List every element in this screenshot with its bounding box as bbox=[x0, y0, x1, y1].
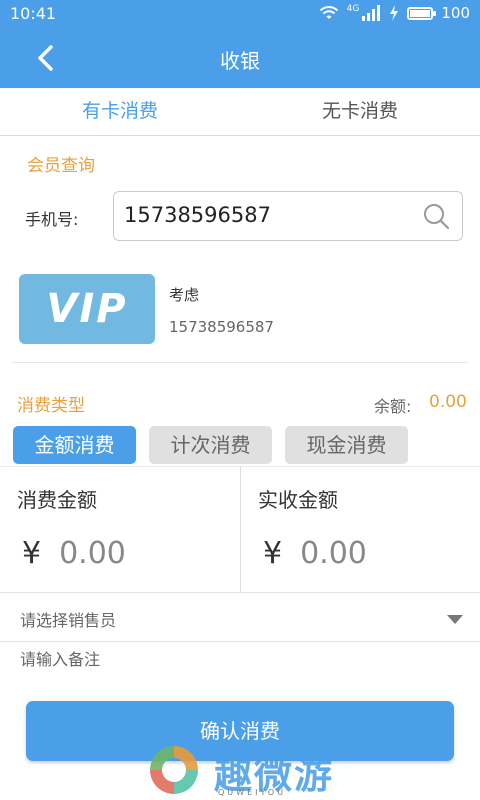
consume-amount-input[interactable]: ¥0.00 bbox=[22, 536, 126, 571]
divider bbox=[0, 641, 480, 642]
member-query-title: 会员查询 bbox=[27, 156, 95, 176]
received-amount-label: 实收金额 bbox=[258, 488, 338, 512]
salesperson-select[interactable]: 请选择销售员 bbox=[20, 607, 116, 631]
phone-search-field[interactable]: 15738596587 bbox=[113, 191, 463, 241]
page-title: 收银 bbox=[220, 49, 260, 73]
consume-amount-value: 0.00 bbox=[59, 536, 126, 571]
network-label: 4G bbox=[346, 4, 360, 14]
member-name: 考虑 bbox=[169, 286, 200, 304]
member-phone: 15738596587 bbox=[169, 318, 274, 336]
yen-symbol: ¥ bbox=[22, 536, 42, 571]
wifi-icon bbox=[319, 6, 338, 19]
charging-icon bbox=[390, 5, 399, 21]
received-amount-input[interactable]: ¥0.00 bbox=[263, 536, 367, 571]
status-icons: 4G 100 bbox=[319, 4, 470, 22]
divider bbox=[12, 362, 468, 363]
phone-input-value[interactable]: 15738596587 bbox=[124, 203, 271, 227]
consume-amount-label: 消费金额 bbox=[17, 488, 97, 512]
consumption-type-title: 消费类型 bbox=[17, 396, 85, 416]
watermark: 趣微游 QUWEIYOU bbox=[146, 738, 346, 800]
cash-consumption-button[interactable]: 现金消费 bbox=[285, 426, 408, 464]
divider bbox=[0, 592, 480, 593]
tab-card-consumption[interactable]: 有卡消费 bbox=[0, 88, 240, 135]
remark-input[interactable]: 请输入备注 bbox=[20, 646, 100, 670]
count-consumption-button[interactable]: 计次消费 bbox=[149, 426, 272, 464]
received-amount-panel: 实收金额 ¥0.00 bbox=[241, 466, 480, 592]
caret-down-icon[interactable] bbox=[446, 614, 464, 626]
battery-level: 100 bbox=[441, 4, 470, 22]
quweiyou-logo-icon bbox=[150, 746, 198, 794]
battery-icon bbox=[407, 6, 437, 20]
app-bar: 收银 bbox=[0, 28, 480, 88]
yen-symbol: ¥ bbox=[263, 536, 283, 571]
consume-amount-panel: 消费金额 ¥0.00 bbox=[0, 466, 240, 592]
balance-value: 0.00 bbox=[429, 392, 467, 412]
phone-label: 手机号: bbox=[25, 210, 79, 229]
balance-label: 余额: bbox=[374, 397, 412, 416]
vip-card-image: VIP bbox=[19, 274, 155, 344]
vip-card-text: VIP bbox=[46, 286, 128, 332]
amount-consumption-button[interactable]: 金额消费 bbox=[13, 426, 136, 464]
status-bar: 10:41 4G 100 bbox=[0, 0, 480, 28]
search-icon[interactable] bbox=[422, 202, 450, 230]
tab-bar: 有卡消费 无卡消费 bbox=[0, 88, 480, 136]
signal-icon bbox=[362, 5, 381, 21]
received-amount-value: 0.00 bbox=[300, 536, 367, 571]
status-time: 10:41 bbox=[10, 4, 57, 23]
tab-no-card-consumption[interactable]: 无卡消费 bbox=[240, 88, 480, 135]
watermark-subtext: QUWEIYOU bbox=[218, 788, 287, 797]
